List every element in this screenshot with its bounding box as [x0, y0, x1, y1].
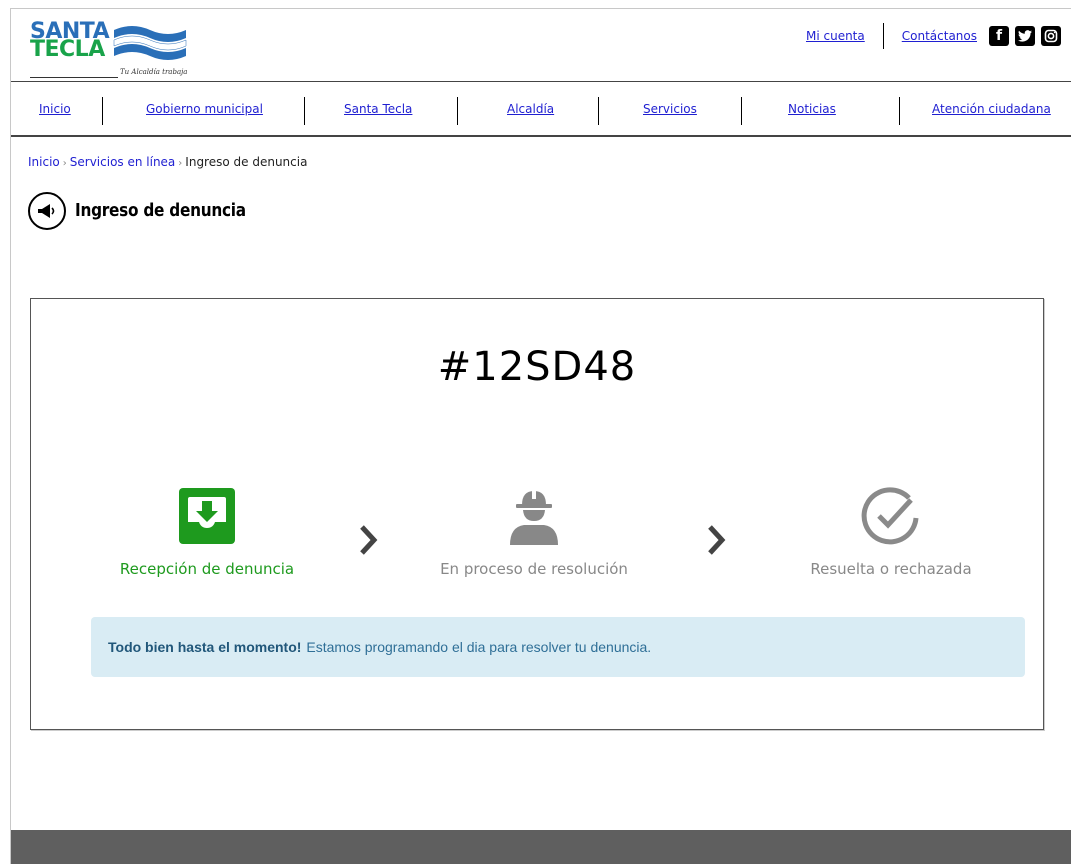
- page-title: Ingreso de denuncia: [75, 200, 246, 221]
- breadcrumb-inicio[interactable]: Inicio: [28, 155, 60, 169]
- footer: [11, 830, 1071, 864]
- step-label: En proceso de resolución: [440, 560, 628, 578]
- logo-line-2: TECLA: [30, 37, 105, 62]
- breadcrumb-current: Ingreso de denuncia: [185, 155, 308, 169]
- nav-item-alcaldia[interactable]: Alcaldía: [507, 102, 554, 116]
- ticket-code: #12SD48: [437, 344, 637, 390]
- megaphone-icon: [28, 192, 66, 230]
- alert-strong-text: Todo bien hasta el momento!: [108, 639, 302, 655]
- top-links-divider: [882, 23, 884, 49]
- nav-item-santa-tecla[interactable]: Santa Tecla: [344, 102, 412, 116]
- nav-divider: [304, 97, 305, 125]
- chevron-right-icon: [360, 525, 378, 555]
- step-reception: Recepción de denuncia: [87, 486, 327, 578]
- santa-tecla-logo[interactable]: SANTA TECLA Tu Alcaldía trabaja: [30, 21, 190, 83]
- flag-icon: [113, 26, 187, 60]
- top-links: Mi cuenta Contáctanos f: [806, 19, 1061, 53]
- nav-divider: [899, 97, 900, 125]
- step-label: Resuelta o rechazada: [810, 560, 972, 578]
- page: SANTA TECLA Tu Alcaldía trabaja Mi cuent…: [10, 8, 1071, 864]
- facebook-icon[interactable]: f: [989, 26, 1009, 46]
- nav-divider: [598, 97, 599, 125]
- nav-item-noticias[interactable]: Noticias: [788, 102, 836, 116]
- breadcrumb-separator: ›: [178, 158, 183, 169]
- nav-item-gobierno-municipal[interactable]: Gobierno municipal: [146, 102, 263, 116]
- step-resolved: Resuelta o rechazada: [771, 486, 1011, 578]
- nav-item-atencion-ciudadana[interactable]: Atención ciudadana: [932, 102, 1051, 116]
- nav-item-inicio[interactable]: Inicio: [39, 102, 71, 116]
- nav-divider: [102, 97, 103, 125]
- breadcrumb-servicios-en-linea[interactable]: Servicios en línea: [70, 155, 176, 169]
- chevron-right-icon: [708, 525, 726, 555]
- alert-text: Estamos programando el dia para resolver…: [306, 639, 652, 655]
- nav-divider: [741, 97, 742, 125]
- breadcrumb-separator: ›: [62, 158, 67, 169]
- social-links: f: [989, 26, 1061, 46]
- step-in-progress: En proceso de resolución: [414, 486, 654, 578]
- contact-link[interactable]: Contáctanos: [902, 29, 977, 43]
- status-alert: Todo bien hasta el momento! Estamos prog…: [91, 617, 1025, 677]
- nav-item-servicios[interactable]: Servicios: [643, 102, 697, 116]
- header-divider: [11, 81, 1071, 82]
- worker-icon: [510, 489, 558, 545]
- my-account-link[interactable]: Mi cuenta: [806, 29, 865, 43]
- nav-divider: [457, 97, 458, 125]
- breadcrumb: Inicio › Servicios en línea › Ingreso de den…: [28, 155, 307, 169]
- inbox-download-icon: [179, 488, 235, 544]
- main-nav: Inicio Gobierno municipal Santa Tecla Al…: [11, 97, 1071, 137]
- step-label: Recepción de denuncia: [119, 560, 295, 578]
- instagram-icon[interactable]: [1041, 26, 1061, 46]
- complaint-status-card: #12SD48 Recepción de denuncia En proceso…: [30, 298, 1044, 730]
- logo-tagline: Tu Alcaldía trabaja: [120, 68, 188, 76]
- check-circle-icon: [861, 487, 919, 545]
- twitter-icon[interactable]: [1015, 26, 1035, 46]
- logo-divider: [30, 77, 118, 78]
